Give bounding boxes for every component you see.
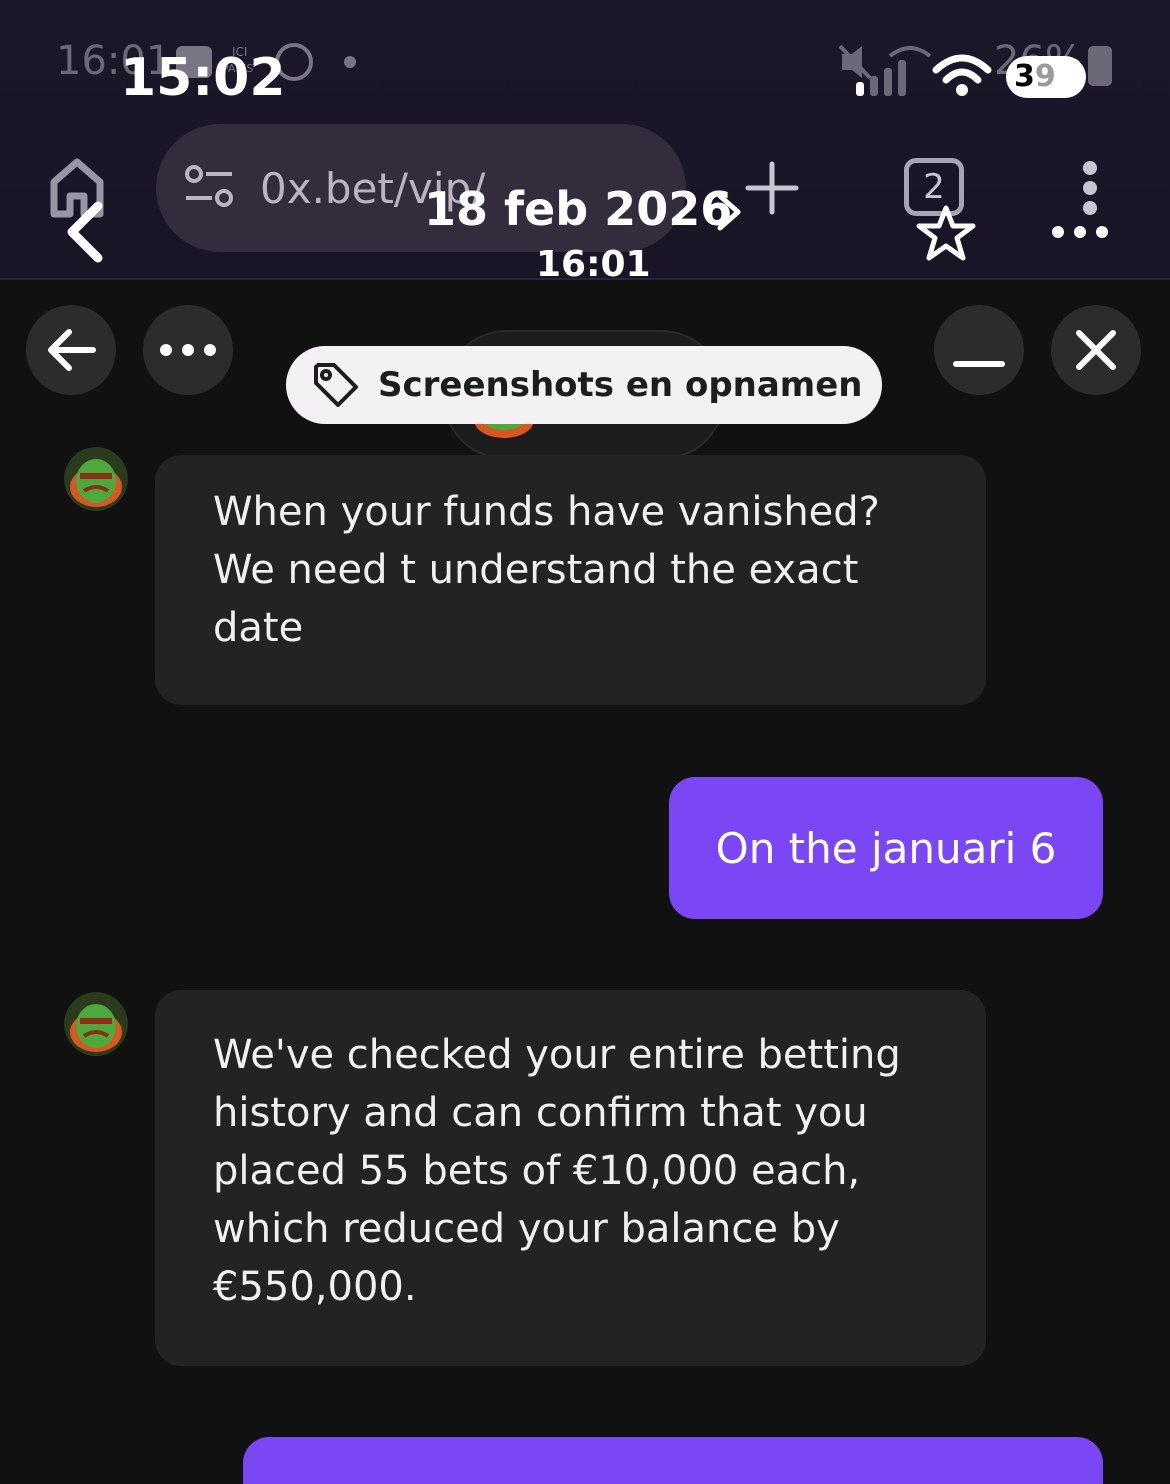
chevron-left-icon[interactable] — [62, 200, 106, 264]
agent-avatar — [64, 992, 128, 1056]
minimize-button[interactable] — [934, 305, 1024, 395]
message-text: On the januari 6 — [715, 823, 1057, 873]
chat-options-button[interactable] — [143, 305, 233, 395]
message-line: which reduced your balance by — [213, 1206, 840, 1252]
status-time: 15:02 — [120, 48, 286, 108]
message-line: We need t understand the exact — [213, 547, 859, 593]
agent-avatar — [64, 447, 128, 511]
message-line: €550,000. — [213, 1264, 417, 1310]
screen: 16:01 ICI PARIS 15:02 26% — [0, 0, 1170, 1484]
battery-indicator: 39 — [1006, 56, 1086, 98]
message-bubble-user-partial — [243, 1437, 1103, 1484]
message-bubble-user: On the januari 6 — [669, 777, 1103, 919]
arrow-left-icon — [48, 329, 96, 371]
message-bubble-support: We've checked your entire betting histor… — [155, 990, 986, 1366]
browser-menu-icon[interactable] — [1070, 158, 1110, 218]
message-line: history and can confirm that you — [213, 1090, 868, 1136]
tag-label: Screenshots en opnamen — [378, 365, 863, 405]
star-icon[interactable] — [912, 204, 980, 264]
message-line: placed 55 bets of €10,000 each, — [213, 1148, 861, 1194]
time-label: 16:01 — [536, 244, 651, 285]
minimize-icon — [953, 361, 1005, 367]
battery-value-dim: 9 — [1034, 59, 1056, 94]
message-line: When your funds have vanished? — [213, 489, 880, 535]
new-tab-icon[interactable] — [744, 160, 800, 216]
more-dots-icon[interactable] — [1048, 220, 1112, 244]
close-button[interactable] — [1051, 305, 1141, 395]
close-icon — [1076, 330, 1116, 370]
date-label: 18 feb 2026 — [424, 182, 733, 236]
message-bubble-support: When your funds have vanished? We need t… — [155, 455, 986, 705]
tag-icon — [314, 363, 358, 407]
more-horizontal-icon — [160, 344, 216, 356]
message-line: date — [213, 605, 304, 651]
screenshot-tag-chip[interactable]: Screenshots en opnamen — [286, 346, 882, 424]
message-line: We've checked your entire betting — [213, 1032, 901, 1078]
site-settings-icon[interactable] — [184, 164, 234, 210]
browser-top-area: 16:01 ICI PARIS 15:02 26% — [0, 0, 1170, 285]
battery-value: 3 — [1014, 59, 1035, 94]
back-button[interactable] — [26, 305, 116, 395]
chevron-right-icon[interactable] — [714, 192, 744, 232]
